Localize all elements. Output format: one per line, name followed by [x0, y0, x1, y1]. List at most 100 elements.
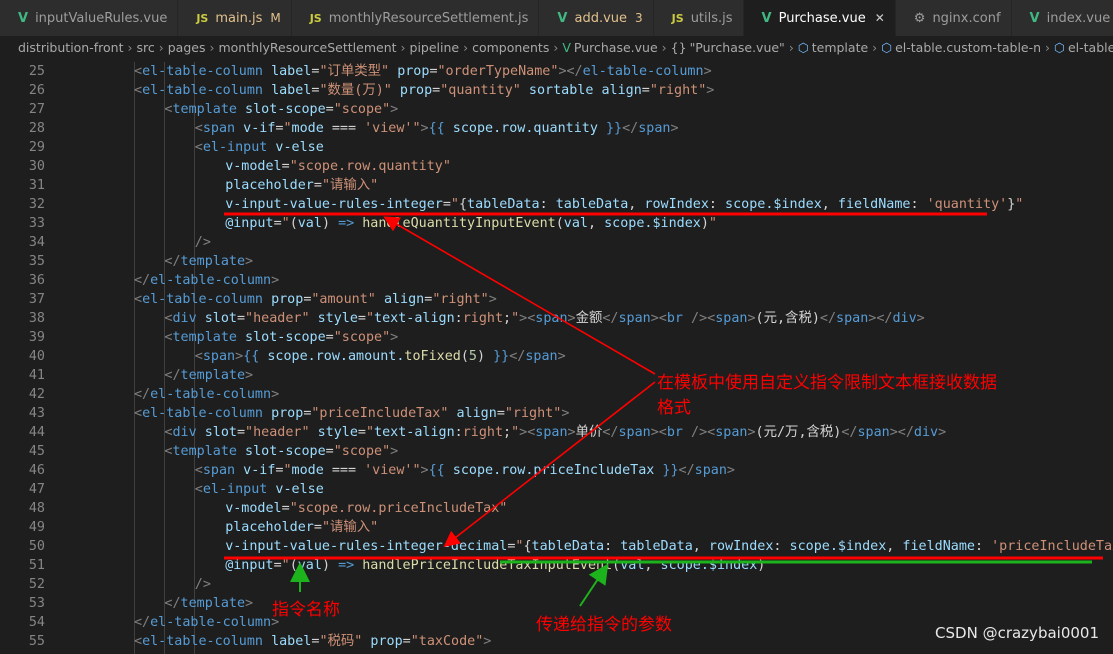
code-editor[interactable]: 25 <el-table-column label="订单类型" prop="or…	[0, 62, 1113, 654]
code-line[interactable]: 36 </el-table-column>	[0, 271, 1113, 290]
code-token: label	[271, 64, 312, 79]
tab-inputvaluerules-vue[interactable]: VinputValueRules.vue	[0, 0, 179, 36]
breadcrumb-item[interactable]: pages	[168, 40, 206, 55]
close-icon[interactable]: ✕	[875, 11, 885, 25]
code-line[interactable]: 26 <el-table-column label="数量(万)" prop="q…	[0, 81, 1113, 100]
code-line[interactable]: 50 v-input-value-rules-integer-decimal="{…	[0, 537, 1113, 556]
code-token: slot-scope	[245, 444, 326, 459]
code-line[interactable]: 30 v-model="scope.row.quantity"	[0, 157, 1113, 176]
cube-icon: ⬡	[797, 39, 809, 55]
code-line[interactable]: 31 placeholder="请输入"	[0, 176, 1113, 195]
code-line[interactable]: 37 <el-table-column prop="amount" align="…	[0, 290, 1113, 309]
code-line[interactable]: 40 <span>{{ scope.row.amount.toFixed(5) }…	[0, 347, 1113, 366]
tab-label: Purchase.vue	[778, 10, 866, 26]
breadcrumb-item[interactable]: monthlyResourceSettlement	[218, 40, 396, 55]
code-line[interactable]: 48 v-model="scope.row.priceIncludeTax"	[0, 499, 1113, 518]
breadcrumb-label: monthlyResourceSettlement	[218, 39, 397, 55]
chevron-right-icon: ›	[209, 39, 215, 55]
code-line[interactable]: 46 <span v-if="mode === 'view'">{{ scope.…	[0, 461, 1113, 480]
line-number: 51	[28, 558, 45, 573]
tab-monthlyresourcesettlement-js[interactable]: JS monthlyResourceSettlement.js	[291, 0, 540, 36]
code-line[interactable]: 49 placeholder="请输入"	[0, 518, 1113, 537]
tab-main-js[interactable]: JS main.js M	[178, 0, 292, 36]
tab-utils-js[interactable]: JS utils.js	[653, 0, 744, 36]
tab-nginx-conf[interactable]: ⚙ nginx.conf	[895, 0, 1012, 36]
code-token: (	[460, 349, 469, 364]
breadcrumb-item[interactable]: pipeline	[410, 40, 460, 55]
braces-icon: {}	[670, 39, 687, 55]
code-text: <span v-if="mode === 'view'">{{ scope.ro…	[195, 461, 735, 480]
code-token: :	[454, 425, 463, 440]
code-token: sortable	[528, 83, 594, 98]
code-token: "	[511, 425, 520, 440]
code-token: >	[557, 349, 566, 364]
code-line[interactable]: 34 />	[0, 233, 1113, 252]
tab-index-vue[interactable]: Vindex.vue	[1011, 0, 1113, 36]
code-line[interactable]: 28 <span v-if="mode === 'view'">{{ scope.…	[0, 119, 1113, 138]
breadcrumb-item[interactable]: ⬡el-table-col	[1054, 40, 1113, 55]
code-token: div	[913, 425, 939, 440]
code-token: >	[567, 311, 576, 326]
code-token: scope.row.amount.	[259, 349, 405, 364]
code-token: template	[172, 444, 237, 459]
code-line[interactable]: 27 <template slot-scope="scope">	[0, 100, 1113, 119]
code-line[interactable]: 38 <div slot="header" style="text-align:r…	[0, 309, 1113, 328]
code-token: slot-scope	[245, 330, 326, 345]
breadcrumb-item[interactable]: V Purchase.vue	[562, 40, 657, 55]
code-text: </el-table-column>	[134, 271, 279, 290]
line-number: 40	[28, 349, 45, 364]
code-line[interactable]: 33 @input="(val) => handleQuantityInputEv…	[0, 214, 1113, 233]
code-token: >	[483, 634, 492, 649]
code-token: >	[916, 311, 925, 326]
code-token: =	[442, 197, 451, 212]
code-token: />	[691, 311, 708, 326]
code-token: =	[325, 330, 334, 345]
tab-purchase-vue[interactable]: V Purchase.vue ✕	[743, 0, 896, 36]
code-line[interactable]: 45 <template slot-scope="scope">	[0, 442, 1113, 461]
code-token: =	[313, 520, 322, 535]
code-token: "right"	[649, 83, 707, 98]
code-token: =	[313, 178, 322, 193]
code-token: (元,含税)	[755, 311, 820, 326]
line-number: 29	[28, 140, 45, 155]
code-token: ===	[323, 121, 365, 136]
code-line[interactable]: 39 <template slot-scope="scope">	[0, 328, 1113, 347]
js-file-icon: JS	[309, 11, 322, 25]
code-line[interactable]: 51 @input="(val) => handlePriceIncludeTax…	[0, 556, 1113, 575]
code-token: right	[462, 311, 504, 326]
annotation-main-note-line2: 格式	[657, 398, 691, 418]
code-token: text-align	[374, 425, 455, 440]
code-token: "	[365, 425, 375, 440]
tab-label: utils.js	[690, 10, 733, 26]
code-line[interactable]: 25 <el-table-column label="订单类型" prop="or…	[0, 62, 1113, 81]
breadcrumb-item[interactable]: ⬡ template	[798, 40, 868, 55]
code-token: "	[412, 121, 421, 136]
breadcrumb-item[interactable]: components	[472, 40, 549, 55]
code-line[interactable]: 47 <el-input v-else	[0, 480, 1113, 499]
code-token: =	[325, 102, 334, 117]
code-line[interactable]: 44 <div slot="header" style="text-align:r…	[0, 423, 1113, 442]
code-token: )	[700, 216, 709, 231]
code-line[interactable]: 32 v-input-value-rules-integer="{tableDat…	[0, 195, 1113, 214]
code-line[interactable]: 43 <el-table-column prop = "priceIncludeTax…	[0, 404, 1113, 423]
code-token: :	[454, 311, 463, 326]
code-token: 'view'	[364, 463, 413, 478]
breadcrumb-item[interactable]: {} "Purchase.vue"	[671, 40, 785, 55]
breadcrumb-item[interactable]: ⬡ el-table.custom-table-n	[881, 40, 1041, 55]
tab-add-vue[interactable]: Vadd.vue 3	[539, 0, 654, 36]
code-text: <span>{{ scope.row.amount.toFixed(5) }}<…	[195, 347, 566, 366]
code-line[interactable]: 52 />	[0, 575, 1113, 594]
code-token: "税码"	[319, 634, 363, 649]
breadcrumb-item[interactable]: distribution-front	[18, 40, 123, 55]
code-line[interactable]: 35 </template>	[0, 252, 1113, 271]
code-line[interactable]: 29 <el-input v-else	[0, 138, 1113, 157]
code-text: placeholder="请输入"	[225, 176, 378, 195]
cube-icon: ⬡	[1054, 39, 1065, 55]
code-token: >	[420, 463, 429, 478]
breadcrumb-item[interactable]: src	[136, 40, 154, 55]
code-token: )	[321, 558, 339, 573]
code-token: fieldName	[902, 539, 975, 554]
